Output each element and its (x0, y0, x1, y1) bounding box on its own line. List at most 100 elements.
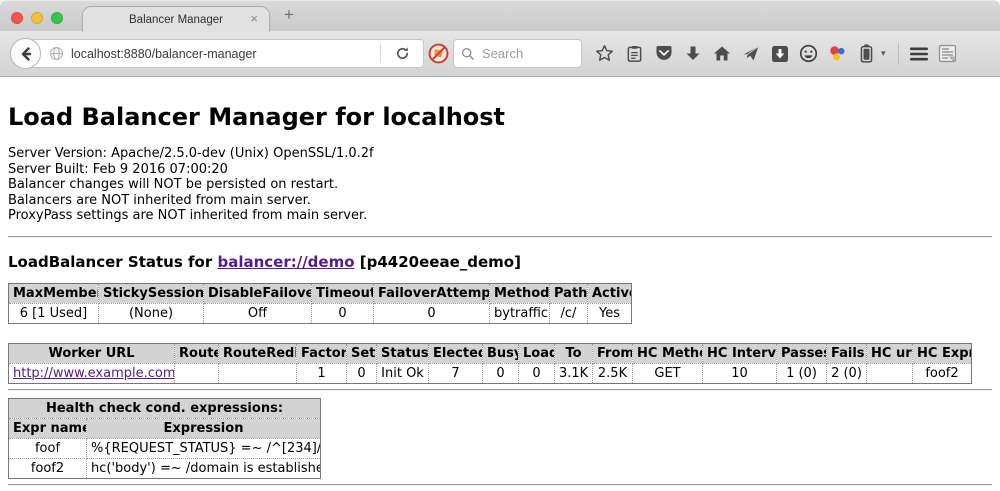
close-window-button[interactable] (11, 12, 23, 24)
colored-dots-icon (828, 44, 847, 63)
tab-title: Balancer Manager (129, 14, 223, 26)
column-header: StickySession (99, 283, 204, 303)
cell-active: Yes (588, 303, 632, 323)
minimize-window-button[interactable] (31, 12, 43, 24)
cell-hc-expr: foof2 (913, 363, 972, 383)
balancer-status-heading: LoadBalancer Status for balancer://demo … (8, 253, 992, 271)
globe-icon (49, 46, 64, 61)
square-download-icon (771, 45, 789, 63)
column-header: HC uri (867, 343, 913, 363)
page-content: Load Balancer Manager for localhost Serv… (0, 103, 1000, 486)
cell-load: 0 (519, 363, 555, 383)
tab-groups-button[interactable] (936, 40, 960, 68)
toolbar-divider (619, 44, 620, 63)
column-header: Passes (777, 343, 827, 363)
hamburger-icon (909, 46, 929, 62)
battery-icon (860, 44, 873, 63)
column-header: DisableFailover (204, 283, 312, 303)
star-icon (595, 44, 614, 63)
column-header: Set (347, 343, 377, 363)
worker-url-link[interactable]: http://www.example.com/ (13, 366, 175, 381)
column-header: Expr name (9, 418, 87, 438)
new-tab-button[interactable]: + (284, 6, 294, 23)
divider (8, 484, 992, 486)
reading-list-button[interactable] (623, 40, 647, 68)
balancer-params-table: MaxMembers StickySession DisableFailover… (8, 283, 632, 324)
zoom-window-button[interactable] (51, 12, 63, 24)
window-controls (11, 12, 63, 24)
address-bar[interactable]: localhost:8880/balancer-manager (24, 39, 424, 68)
cell-method: bytraffic (490, 303, 550, 323)
home-icon (713, 45, 731, 62)
emoji-extension-button[interactable] (797, 40, 821, 68)
pocket-icon (655, 45, 673, 62)
cell-to: 3.1K (555, 363, 593, 383)
cell-set: 0 (347, 363, 377, 383)
column-header: Elected (429, 343, 483, 363)
page-grid-icon (938, 44, 958, 63)
server-version-line: Server Version: Apache/2.5.0-dev (Unix) … (8, 146, 992, 162)
cell-expression: hc('body') =~ /domain is established/ (87, 458, 321, 478)
chevron-down-icon[interactable]: ▾ (881, 48, 893, 59)
column-header: RouteRedir (219, 343, 297, 363)
browser-window: Balancer Manager × + localhost:8880/bala… (0, 0, 1000, 491)
cell-expr-name: foof (9, 438, 87, 458)
cell-status: Init Ok (377, 363, 429, 383)
health-check-table: Health check cond. expressions: Expr nam… (8, 398, 321, 479)
home-button[interactable] (710, 40, 734, 68)
tab-balancer-manager[interactable]: Balancer Manager × (82, 6, 270, 32)
clipboard-icon (626, 45, 643, 63)
cell-hc-uri (867, 363, 913, 383)
cell-routeredir (219, 363, 297, 383)
table-row: foof %{REQUEST_STATUS} =~ /^[234]/ (9, 438, 321, 458)
pocket-button[interactable] (652, 40, 676, 68)
send-tab-button[interactable] (739, 40, 763, 68)
cell-busy: 0 (483, 363, 519, 383)
table-row: http://www.example.com/ 1 0 Init Ok 7 0 … (9, 363, 972, 383)
menu-button[interactable] (907, 40, 931, 68)
balancer-demo-link[interactable]: balancer://demo (217, 253, 354, 271)
inherit-notice-line: Balancers are NOT inherited from main se… (8, 193, 992, 209)
toolbar-divider (898, 43, 899, 65)
column-header: Timeout (312, 283, 374, 303)
back-button[interactable] (10, 38, 41, 69)
navigation-toolbar: localhost:8880/balancer-manager (0, 31, 1000, 77)
cell-from: 2.5K (593, 363, 633, 383)
back-arrow-icon (18, 46, 34, 62)
column-header: From (593, 343, 633, 363)
cell-passes: 1 (0) (777, 363, 827, 383)
colored-dots-extension-button[interactable] (826, 40, 850, 68)
smiley-icon (799, 44, 818, 63)
cell-stickysession: (None) (99, 303, 204, 323)
cell-maxmembers: 6 [1 Used] (9, 303, 99, 323)
column-header: Worker URL (9, 343, 175, 363)
heading-prefix: LoadBalancer Status for (8, 253, 217, 271)
save-extension-button[interactable] (768, 40, 792, 68)
adblock-extension-button[interactable] (427, 40, 451, 68)
bookmark-star-button[interactable] (593, 40, 617, 68)
search-input[interactable] (480, 45, 564, 62)
cell-expression: %{REQUEST_STATUS} =~ /^[234]/ (87, 438, 321, 458)
cell-hc-method: GET (633, 363, 703, 383)
column-header: Busy (483, 343, 519, 363)
cell-worker-url: http://www.example.com/ (9, 363, 175, 383)
cell-fails: 2 (0) (827, 363, 867, 383)
cell-path: /c/ (550, 303, 588, 323)
column-header: Active (588, 283, 632, 303)
table-header-row: MaxMembers StickySession DisableFailover… (9, 283, 632, 303)
tab-close-icon[interactable]: × (250, 12, 258, 25)
column-header: Route (175, 343, 219, 363)
cell-timeout: 0 (312, 303, 374, 323)
table-title-row: Health check cond. expressions: (9, 398, 321, 418)
paper-plane-icon (742, 45, 760, 62)
worker-status-table: Worker URL Route RouteRedir Factor Set S… (8, 343, 972, 384)
persist-notice-line: Balancer changes will NOT be persisted o… (8, 177, 992, 193)
container-extension-button[interactable] (855, 40, 879, 68)
url-text[interactable]: localhost:8880/balancer-manager (71, 47, 373, 61)
column-header: Expression (87, 418, 321, 438)
cell-hc-interval: 10 (703, 363, 777, 383)
downloads-button[interactable] (681, 40, 705, 68)
reload-button[interactable] (391, 40, 415, 68)
search-bar[interactable] (453, 39, 582, 68)
column-header: Path (550, 283, 588, 303)
